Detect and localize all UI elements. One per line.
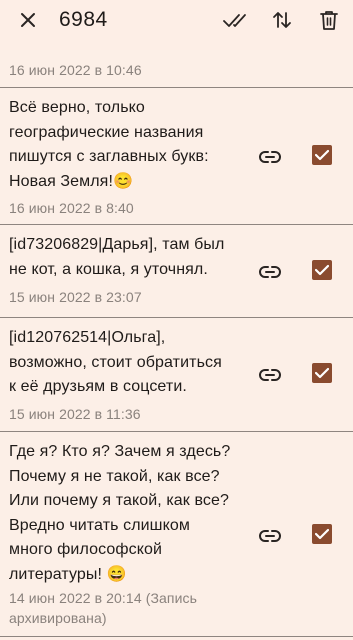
item-text: Где я? Кто я? Зачем я здесь? Почему я не…: [9, 443, 231, 583]
link-icon[interactable]: [258, 145, 282, 169]
item-date: 15 июн 2022 в 23:07: [9, 289, 142, 305]
trash-icon[interactable]: [315, 6, 343, 34]
item-date: 16 июн 2022 в 8:40: [9, 200, 134, 216]
checkmark-icon: [315, 367, 329, 379]
close-icon[interactable]: [14, 6, 42, 34]
checkmark-icon: [315, 264, 329, 276]
page-title: 6984: [59, 8, 108, 31]
message-list: 16 июн 2022 в 10:46 Всё верно, только ге…: [0, 50, 353, 637]
link-icon[interactable]: [258, 363, 282, 387]
sort-icon[interactable]: [268, 6, 296, 34]
list-item[interactable]: Где я? Кто я? Зачем я здесь? Почему я не…: [0, 432, 353, 637]
item-text: [id73206829|Дарья], там был не кот, а ко…: [9, 236, 225, 278]
list-item[interactable]: [id120762514|Ольга], возможно, стоит обр…: [0, 318, 353, 432]
item-checkbox[interactable]: [312, 260, 332, 280]
link-icon[interactable]: [258, 524, 282, 548]
item-date: 15 июн 2022 в 11:36: [9, 406, 141, 422]
list-item[interactable]: Всё верно, только географические названи…: [0, 88, 353, 225]
checkmark-icon: [315, 149, 329, 161]
double-check-icon[interactable]: [221, 6, 249, 34]
item-checkbox[interactable]: [312, 145, 332, 165]
list-item[interactable]: 16 июн 2022 в 10:46: [0, 50, 353, 88]
item-checkbox[interactable]: [312, 524, 332, 544]
item-date: 14 июн 2022 в 20:14 (Запись архивирована…: [9, 590, 197, 626]
link-icon[interactable]: [258, 260, 282, 284]
toolbar: 6984: [0, 0, 353, 40]
item-checkbox[interactable]: [312, 363, 332, 383]
item-text: [id120762514|Ольга], возможно, стоит обр…: [9, 329, 222, 395]
item-text: Всё верно, только географические названи…: [9, 99, 209, 190]
list-item[interactable]: [id73206829|Дарья], там был не кот, а ко…: [0, 225, 353, 318]
checkmark-icon: [315, 528, 329, 540]
item-date: 16 июн 2022 в 10:46: [9, 62, 142, 78]
